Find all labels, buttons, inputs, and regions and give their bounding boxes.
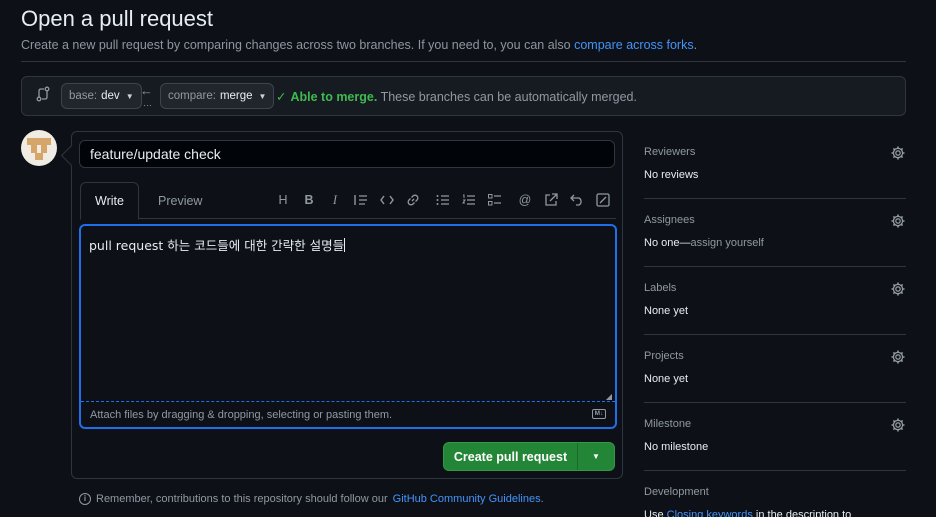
tab-preview[interactable]: Preview — [144, 182, 216, 219]
sidebar-projects-heading[interactable]: Projects — [644, 350, 684, 362]
header-divider — [21, 61, 906, 62]
gear-icon[interactable] — [890, 145, 906, 161]
sidebar-reviewers-heading[interactable]: Reviewers — [644, 146, 695, 158]
code-icon[interactable] — [378, 191, 396, 209]
sidebar-labels: Labels None yet — [644, 267, 906, 335]
closing-keywords-link[interactable]: Closing keywords — [667, 509, 753, 517]
sidebar-assignees: Assignees No one—assign yourself — [644, 199, 906, 267]
heading-icon[interactable]: H — [274, 191, 292, 209]
gear-icon[interactable] — [890, 213, 906, 229]
assignees-value-text: No one— — [644, 237, 691, 249]
pr-body-textarea[interactable]: pull request 하는 코드들에 대한 간략한 설명들 ◢ Attach… — [79, 224, 617, 429]
base-branch-value: dev — [101, 90, 120, 102]
merge-status-strong: Able to merge. — [290, 90, 378, 104]
check-icon: ✓ — [276, 90, 287, 104]
create-pull-request-button-group: Create pull request ▼ — [443, 442, 615, 471]
page-title: Open a pull request — [21, 6, 214, 31]
community-guidelines-link[interactable]: GitHub Community Guidelines — [393, 493, 541, 505]
dots-icon: … — [143, 98, 153, 108]
tab-write[interactable]: Write — [80, 182, 139, 220]
notice-text: Remember, contributions to this reposito… — [96, 493, 388, 505]
chevron-down-icon[interactable]: ▼ — [578, 443, 614, 470]
bold-icon[interactable]: B — [300, 191, 318, 209]
sidebar-assignees-value: No one—assign yourself — [644, 237, 764, 249]
editor-tabs: Write Preview H B I @ — [80, 182, 616, 220]
compare-across-forks-link[interactable]: compare across forks — [574, 38, 693, 52]
subtitle-end: . — [693, 38, 698, 52]
gear-icon[interactable] — [890, 281, 906, 297]
task-list-icon[interactable] — [486, 191, 504, 209]
compare-branch-key: compare: — [168, 90, 216, 102]
subtitle-text: Create a new pull request by comparing c… — [21, 38, 571, 52]
merge-status: ✓ Able to merge. These branches can be au… — [276, 89, 637, 104]
pr-title-input[interactable] — [79, 140, 615, 168]
sidebar: Reviewers No reviews Assignees No one—as… — [644, 131, 906, 517]
numbered-list-icon[interactable] — [460, 191, 478, 209]
markdown-toolbar: H B I @ — [274, 191, 612, 209]
page-subtitle: Create a new pull request by comparing c… — [21, 38, 697, 52]
chevron-down-icon: ▼ — [258, 91, 267, 101]
compare-branch-value: merge — [219, 90, 253, 102]
sidebar-projects: Projects None yet — [644, 335, 906, 403]
create-pull-request-button[interactable]: Create pull request — [444, 443, 578, 470]
pr-body-text: pull request 하는 코드들에 대한 간략한 설명들 — [89, 235, 346, 254]
sidebar-milestone: Milestone No milestone — [644, 403, 906, 471]
avatar[interactable] — [21, 130, 57, 166]
git-compare-icon — [36, 86, 50, 102]
mention-icon[interactable]: @ — [516, 191, 534, 209]
fullscreen-icon[interactable] — [594, 191, 612, 209]
sidebar-development: Development Use Closing keywords in the … — [644, 471, 906, 517]
link-icon[interactable] — [404, 191, 422, 209]
info-icon: i — [79, 493, 91, 505]
chevron-down-icon: ▼ — [125, 91, 134, 101]
sidebar-labels-heading[interactable]: Labels — [644, 282, 676, 294]
sidebar-projects-value: None yet — [644, 373, 689, 385]
sidebar-milestone-heading[interactable]: Milestone — [644, 418, 691, 430]
italic-icon[interactable]: I — [326, 191, 344, 209]
resize-handle-icon[interactable]: ◢ — [606, 392, 612, 401]
gear-icon[interactable] — [890, 417, 906, 433]
sidebar-assignees-heading[interactable]: Assignees — [644, 214, 695, 226]
development-text-start: Use — [644, 509, 664, 517]
notice-end: . — [540, 493, 544, 505]
pull-request-form: Write Preview H B I @ — [71, 131, 623, 479]
base-branch-select[interactable]: base: dev ▼ — [61, 83, 142, 109]
sidebar-reviewers-value: No reviews — [644, 169, 699, 181]
undo-icon[interactable] — [568, 191, 586, 209]
bulleted-list-icon[interactable] — [434, 191, 452, 209]
sidebar-development-value: Use Closing keywords in the description … — [644, 509, 851, 517]
gear-icon[interactable] — [890, 349, 906, 365]
compare-branch-select[interactable]: compare: merge ▼ — [160, 83, 275, 109]
assign-yourself-link[interactable]: assign yourself — [690, 237, 763, 249]
sidebar-labels-value: None yet — [644, 305, 689, 317]
merge-status-text: These branches can be automatically merg… — [380, 90, 637, 104]
base-branch-key: base: — [69, 90, 98, 102]
markdown-icon[interactable]: M↓ — [592, 409, 606, 419]
sidebar-reviewers: Reviewers No reviews — [644, 131, 906, 199]
compare-bar: base: dev ▼ ← … compare: merge ▼ ✓ Able t… — [21, 76, 906, 116]
attach-files-area[interactable]: Attach files by dragging & dropping, sel… — [81, 401, 615, 427]
pr-body-value: pull request 하는 코드들에 대한 간략한 설명들 — [89, 238, 345, 253]
development-text-end: in the description to — [755, 509, 852, 517]
attach-files-text: Attach files by dragging & dropping, sel… — [90, 409, 393, 421]
text-cursor — [344, 238, 346, 252]
contribution-notice: i Remember, contributions to this reposi… — [79, 493, 544, 505]
sidebar-milestone-value: No milestone — [644, 441, 709, 453]
sidebar-development-heading: Development — [644, 486, 709, 498]
arrow-left-icon: ← — [140, 83, 153, 98]
quote-icon[interactable] — [352, 191, 370, 209]
cross-reference-icon[interactable] — [542, 191, 560, 209]
